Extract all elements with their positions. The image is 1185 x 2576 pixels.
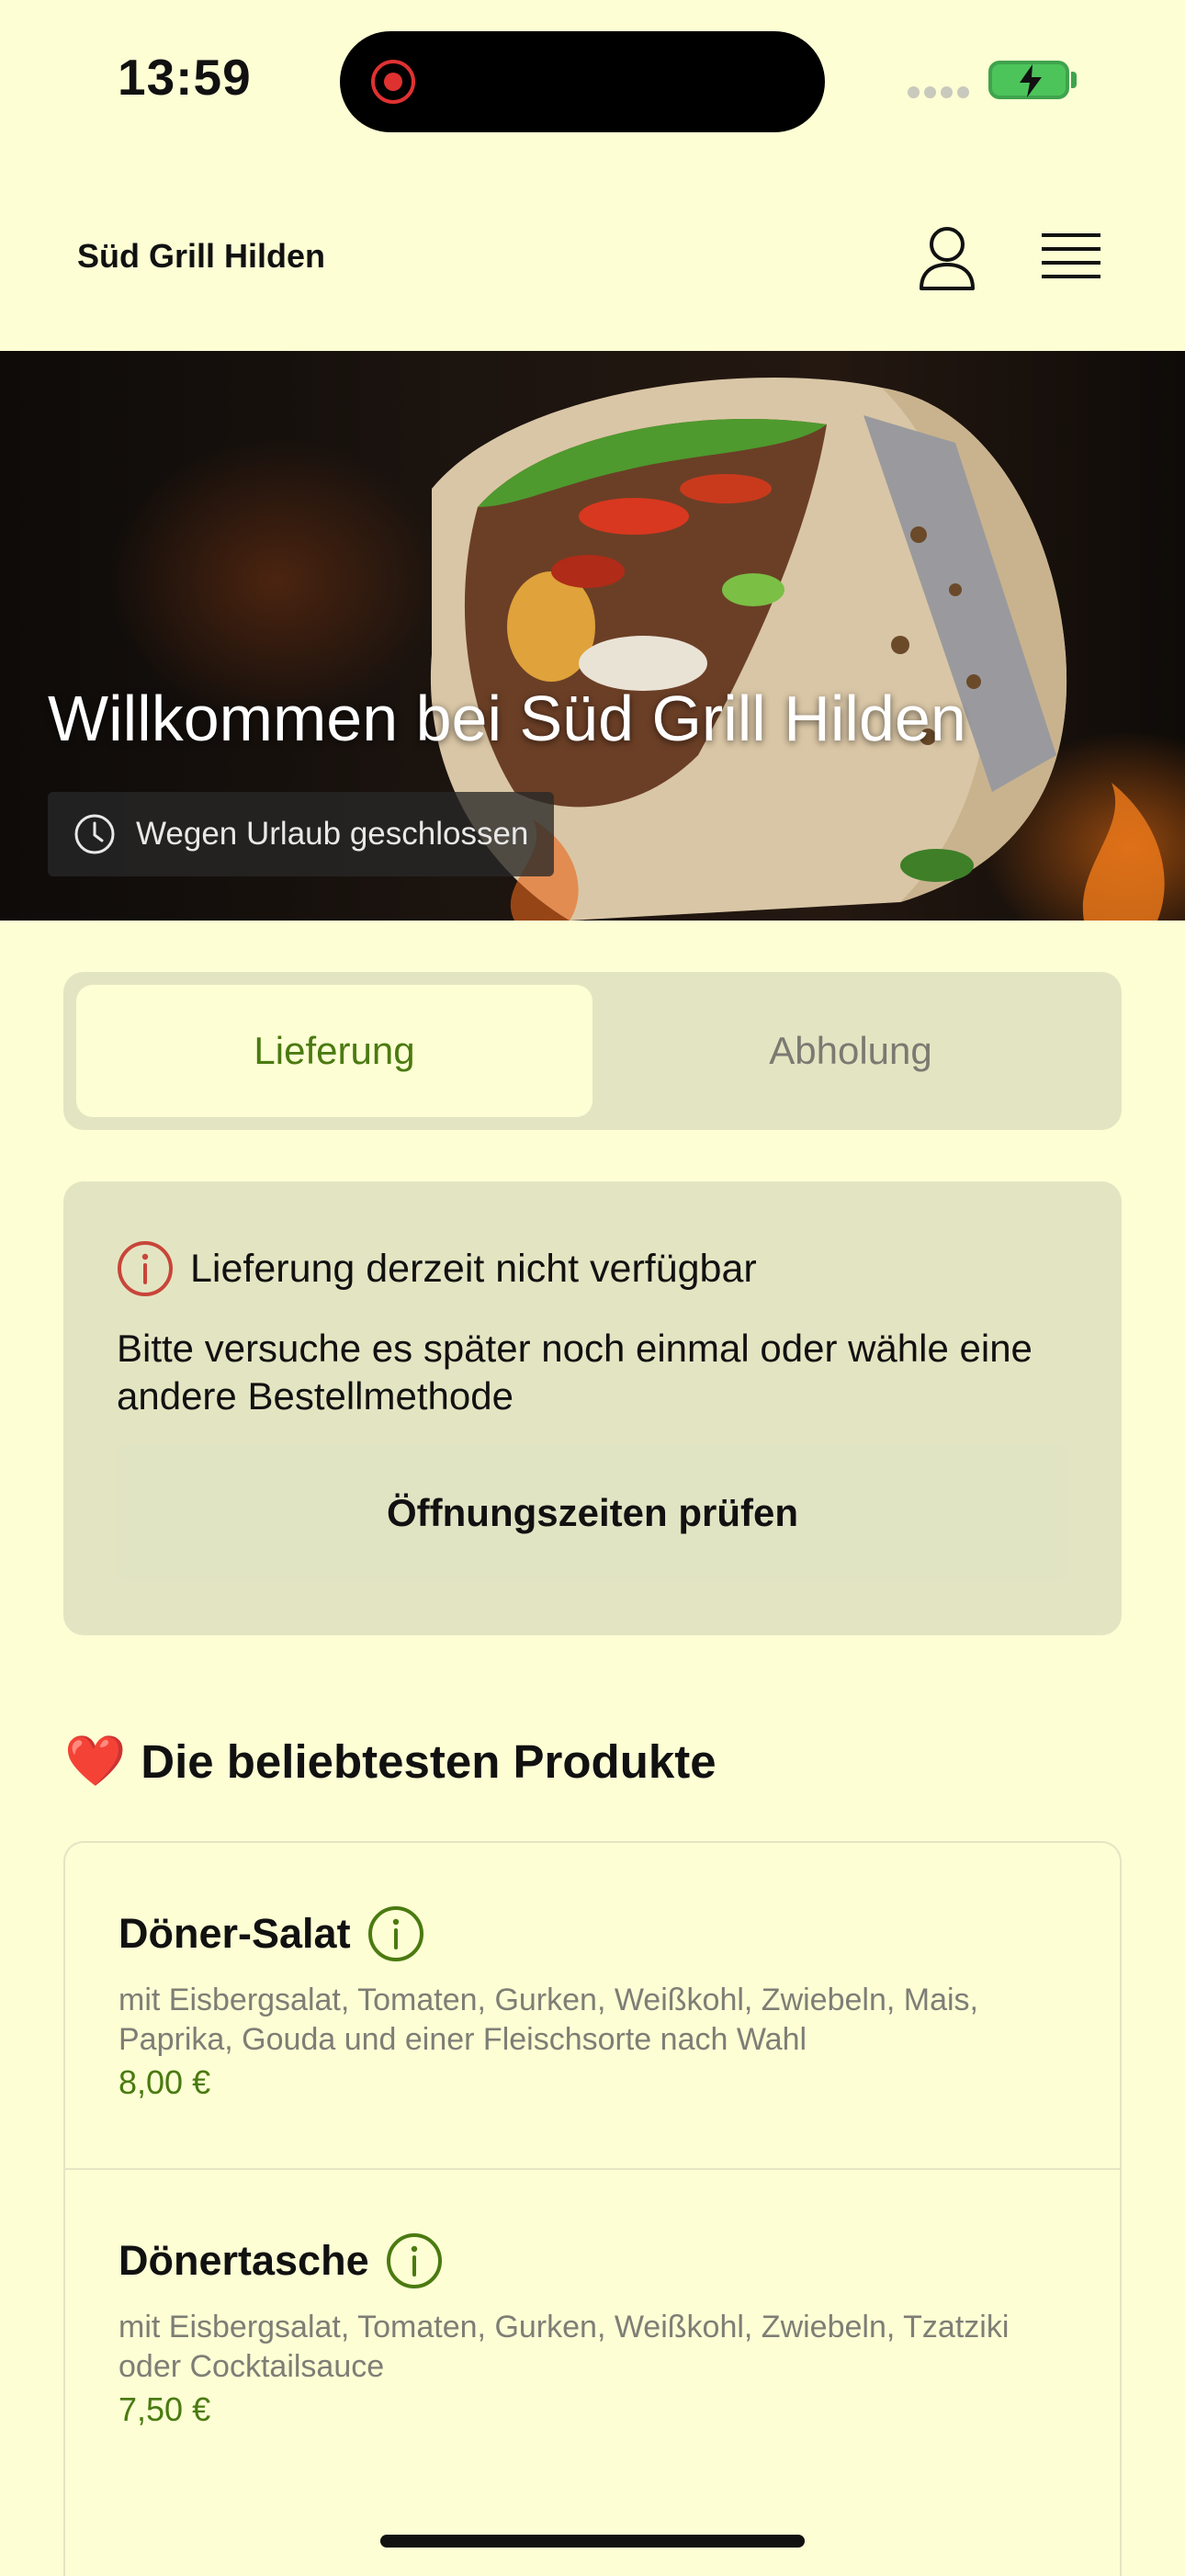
check-opening-hours-button[interactable]: Öffnungszeiten prüfen [117,1444,1068,1582]
recording-indicator-icon [371,60,415,104]
signal-dots-icon [908,86,974,103]
product-price: 7,50 € [118,2390,211,2428]
battery-cap [1071,72,1077,88]
delivery-unavailable-card: Lieferung derzeit nicht verfügbar Bitte … [63,1181,1122,1635]
tab-pickup[interactable]: Abholung [592,985,1109,1117]
info-icon [118,1241,173,1296]
heart-icon: ❤️ [64,1734,127,1789]
hamburger-menu-icon[interactable] [1042,233,1100,285]
product-description: mit Eisbergsalat, Tomaten, Gurken, Weißk… [118,1983,978,2057]
product-price: 8,00 € [118,2063,211,2101]
status-text: Wegen Urlaub geschlossen [136,816,529,852]
tab-delivery[interactable]: Lieferung [76,985,592,1117]
restaurant-name[interactable]: Süd Grill Hilden [77,237,325,276]
popular-products-heading: ❤️ Die beliebtesten Produkte [64,1733,717,1791]
hero-banner: Willkommen bei Süd Grill Hilden Wegen Ur… [0,351,1185,921]
home-indicator[interactable] [380,2535,805,2548]
account-button[interactable] [917,224,977,290]
battery-charging-icon [988,61,1069,99]
info-icon[interactable] [386,2232,443,2289]
clock-icon [74,814,115,854]
product-name: Döner-Salat [118,1910,351,1957]
product-name: Dönertasche [118,2237,369,2284]
product-description: mit Eisbergsalat, Tomaten, Gurken, Weißk… [118,2310,1010,2384]
welcome-heading: Willkommen bei Süd Grill Hilden [48,683,966,754]
notice-text: Bitte versuche es später noch einmal ode… [117,1327,1033,1418]
order-mode-toggle: Lieferung Abholung [63,972,1122,1130]
section-title-text: Die beliebtesten Produkte [141,1735,717,1788]
product-item[interactable]: Döner-Salat mit Eisbergsalat, Tomaten, G… [65,1843,1120,2168]
info-icon[interactable] [367,1905,424,1962]
dynamic-island [340,31,825,132]
product-list: Döner-Salat mit Eisbergsalat, Tomaten, G… [63,1841,1122,2576]
product-item[interactable]: Dönertasche mit Eisbergsalat, Tomaten, G… [65,2168,1120,2495]
person-icon [920,227,975,290]
notice-title: Lieferung derzeit nicht verfügbar [190,1246,757,1291]
status-badge: Wegen Urlaub geschlossen [48,792,555,876]
status-time: 13:59 [118,49,252,106]
